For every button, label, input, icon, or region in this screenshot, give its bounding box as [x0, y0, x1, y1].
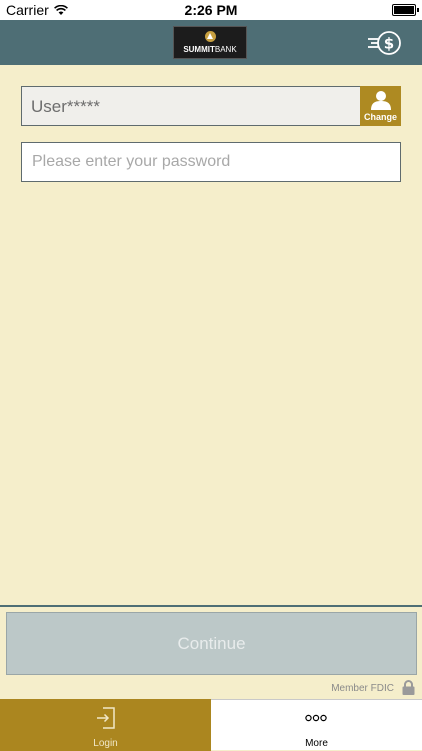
username-field[interactable]: User***** Change — [21, 86, 401, 126]
change-label: Change — [363, 112, 397, 122]
mountain-icon — [205, 31, 216, 42]
battery-icon — [392, 4, 419, 16]
person-icon — [371, 91, 391, 110]
login-icon — [97, 707, 115, 729]
tab-login[interactable]: Login — [0, 699, 211, 751]
app-header: SUMMITBANK $ — [0, 20, 422, 65]
status-time: 2:26 PM — [184, 2, 238, 18]
status-bar: Carrier 2:26 PM — [0, 0, 422, 20]
continue-button[interactable]: Continue — [6, 612, 417, 675]
logo-bold-text: SUMMIT — [183, 45, 215, 54]
svg-text:$: $ — [384, 35, 394, 53]
logo-light-text: BANK — [214, 45, 237, 54]
tab-login-label: Login — [93, 738, 118, 749]
lock-icon — [402, 680, 415, 695]
username-value: User***** — [31, 97, 100, 116]
password-input[interactable] — [21, 142, 401, 182]
change-user-button[interactable]: Change — [360, 86, 401, 126]
tab-bar: Login More — [0, 699, 422, 751]
bottom-divider — [0, 605, 422, 607]
transfer-money-button[interactable]: $ — [366, 29, 404, 57]
member-fdic-label: Member FDIC — [331, 683, 394, 694]
summit-bank-logo: SUMMITBANK — [173, 26, 247, 59]
more-dots-icon — [305, 714, 327, 722]
tab-more-label: More — [305, 738, 328, 749]
tab-more[interactable]: More — [211, 700, 422, 751]
dollar-transfer-icon: $ — [368, 31, 401, 55]
logo-wordmark: SUMMITBANK — [174, 45, 246, 54]
